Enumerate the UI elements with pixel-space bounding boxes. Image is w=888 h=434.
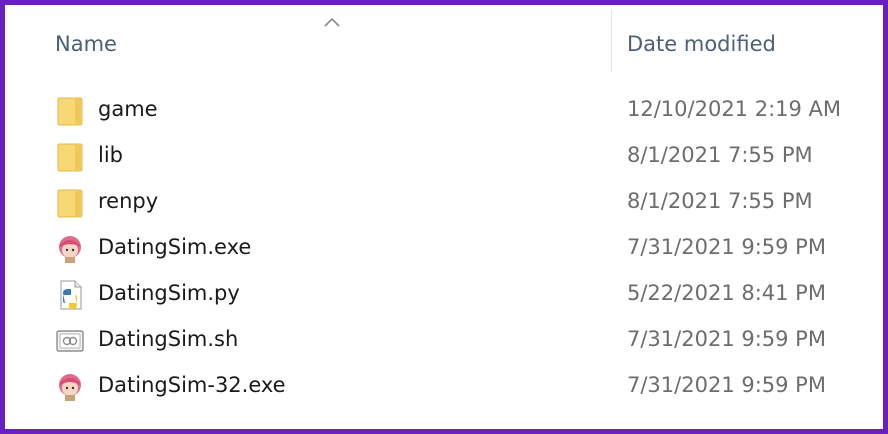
app-character-icon [59,236,81,263]
file-name: DatingSim.sh [98,327,239,351]
shell-script-icon [56,330,84,352]
file-row-datingsim-sh[interactable]: DatingSim.sh 7/31/2021 9:59 PM [10,318,888,364]
file-list: game 12/10/2021 2:19 AM lib 8/1/2021 7:5… [10,88,888,410]
file-name: lib [98,143,123,167]
column-header-date-modified[interactable]: Date modified [627,32,776,56]
folder-icon [57,97,83,126]
python-file-icon [60,280,82,310]
file-name: game [98,97,158,121]
file-row-datingsim-exe[interactable]: DatingSim.exe 7/31/2021 9:59 PM [10,226,888,272]
column-divider[interactable] [611,10,612,72]
file-date-modified: 7/31/2021 9:59 PM [627,373,826,397]
file-date-modified: 7/31/2021 9:59 PM [627,235,826,259]
file-row-game[interactable]: game 12/10/2021 2:19 AM [10,88,888,134]
folder-icon [57,143,83,172]
file-date-modified: 5/22/2021 8:41 PM [627,281,826,305]
file-name: DatingSim.exe [98,235,252,259]
file-date-modified: 7/31/2021 9:59 PM [627,327,826,351]
file-row-datingsim-py[interactable]: DatingSim.py 5/22/2021 8:41 PM [10,272,888,318]
column-header-name[interactable]: Name [55,32,117,56]
column-header: Name Date modified [10,10,888,76]
file-name: DatingSim-32.exe [98,373,286,397]
app-character-icon [59,374,81,401]
file-explorer-window: Name Date modified game 12/10/2021 2:19 … [0,0,888,434]
file-row-lib[interactable]: lib 8/1/2021 7:55 PM [10,134,888,180]
chevron-up-icon[interactable] [323,16,341,28]
file-date-modified: 8/1/2021 7:55 PM [627,143,813,167]
file-date-modified: 8/1/2021 7:55 PM [627,189,813,213]
file-row-datingsim-32-exe[interactable]: DatingSim-32.exe 7/31/2021 9:59 PM [10,364,888,410]
file-date-modified: 12/10/2021 2:19 AM [627,97,842,121]
file-name: renpy [98,189,159,213]
file-name: DatingSim.py [98,281,240,305]
file-row-renpy[interactable]: renpy 8/1/2021 7:55 PM [10,180,888,226]
folder-icon [57,189,83,218]
